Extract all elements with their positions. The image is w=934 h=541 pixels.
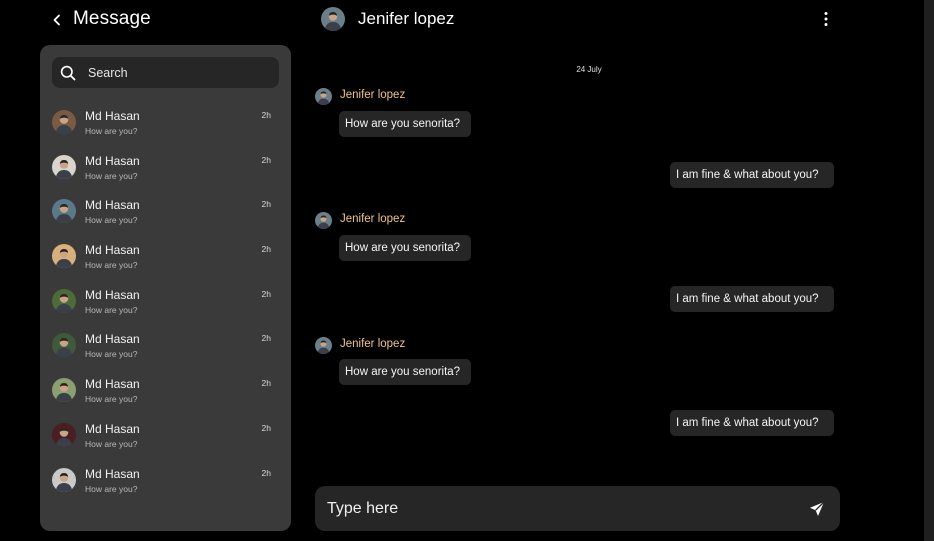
date-divider: 24 July <box>576 65 602 74</box>
avatar <box>52 244 76 269</box>
message-time: 2h <box>261 288 271 299</box>
contact-item[interactable]: Md Hasan How are you? 2h <box>40 286 291 331</box>
contact-item[interactable]: Md Hasan How are you? 2h <box>40 420 291 465</box>
sender-avatar <box>315 88 332 105</box>
search-icon <box>60 65 76 80</box>
message-input[interactable] <box>327 496 787 522</box>
outgoing-message[interactable]: I am fine & what about you? <box>670 286 834 312</box>
message-preview: How are you? <box>85 304 138 315</box>
more-vertical-icon <box>824 12 828 26</box>
message-preview: How are you? <box>85 260 138 271</box>
sender-avatar <box>315 212 332 229</box>
sender-name: Jenifer lopez <box>340 338 406 350</box>
more-options-button[interactable] <box>818 10 834 28</box>
incoming-message[interactable]: How are you senorita? <box>339 111 471 137</box>
send-icon <box>810 501 825 516</box>
message-time: 2h <box>261 244 271 255</box>
contact-name: Md Hasan <box>85 109 140 123</box>
message-time: 2h <box>261 154 271 165</box>
message-time: 2h <box>261 378 271 389</box>
contact-name: Md Hasan <box>85 243 140 258</box>
contact-item[interactable]: Md Hasan How are you? 2h <box>40 107 291 152</box>
message-time: 2h <box>261 110 271 120</box>
avatar <box>52 199 76 224</box>
avatar <box>52 422 76 447</box>
contact-name: Md Hasan <box>85 377 140 392</box>
message-preview: How are you? <box>85 170 138 181</box>
contact-item[interactable]: Md Hasan How are you? 2h <box>40 330 291 375</box>
sender-name: Jenifer lopez <box>340 213 406 225</box>
page-title: Message <box>73 8 151 29</box>
contact-list: Md Hasan How are you? 2h Md Hasan How are yo… <box>40 107 291 509</box>
chevron-left-icon <box>53 14 60 26</box>
chat-contact-avatar[interactable] <box>321 7 345 31</box>
contact-item[interactable]: Md Hasan How are you? 2h <box>40 241 291 286</box>
chat-contact-name: Jenifer lopez <box>358 9 455 28</box>
contact-name: Md Hasan <box>85 466 140 481</box>
avatar <box>52 467 76 492</box>
contact-item[interactable]: Md Hasan How are you? 2h <box>40 465 291 510</box>
contact-name: Md Hasan <box>85 332 140 347</box>
conversation-sidebar: Md Hasan How are you? 2h Md Hasan How are yo… <box>40 45 291 531</box>
avatar <box>52 378 76 403</box>
message-preview: How are you? <box>85 349 138 360</box>
outgoing-message[interactable]: I am fine & what about you? <box>670 162 834 188</box>
message-composer <box>315 486 840 531</box>
contact-name: Md Hasan <box>85 421 140 436</box>
search-input[interactable] <box>88 65 268 80</box>
message-preview: How are you? <box>85 438 138 449</box>
contact-name: Md Hasan <box>85 198 140 213</box>
avatar <box>52 110 76 134</box>
outgoing-message[interactable]: I am fine & what about you? <box>670 410 834 436</box>
message-time: 2h <box>261 422 271 433</box>
contact-name: Md Hasan <box>85 287 140 302</box>
sender-name: Jenifer lopez <box>340 89 406 101</box>
avatar <box>52 288 76 313</box>
avatar <box>52 154 76 179</box>
message-time: 2h <box>261 333 271 344</box>
contact-item[interactable]: Md Hasan How are you? 2h <box>40 375 291 420</box>
incoming-message[interactable]: How are you senorita? <box>339 235 471 261</box>
message-time: 2h <box>261 467 271 478</box>
message-preview: How are you? <box>85 394 138 405</box>
message-preview: How are you? <box>85 483 138 494</box>
sender-avatar <box>315 337 332 354</box>
message-preview: How are you? <box>85 126 138 136</box>
contact-item[interactable]: Md Hasan How are you? 2h <box>40 152 291 197</box>
send-button[interactable] <box>807 499 827 519</box>
back-button[interactable] <box>48 11 66 29</box>
message-preview: How are you? <box>85 215 138 226</box>
contact-item[interactable]: Md Hasan How are you? 2h <box>40 196 291 241</box>
scrollbar[interactable] <box>924 0 934 541</box>
message-time: 2h <box>261 199 271 210</box>
incoming-message[interactable]: How are you senorita? <box>339 359 471 385</box>
message-app: Message Md Hasan How are you? 2h Md Hasan Ho… <box>0 0 934 541</box>
avatar <box>52 333 76 358</box>
search-bar[interactable] <box>52 57 279 88</box>
contact-name: Md Hasan <box>85 153 140 168</box>
